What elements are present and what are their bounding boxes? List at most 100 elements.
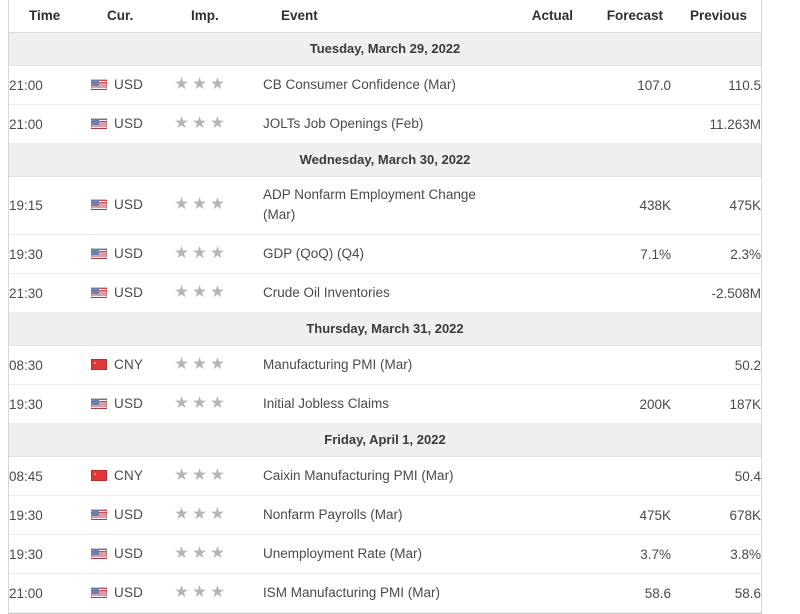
cell-forecast: 475K	[579, 495, 671, 535]
currency-group: USD	[91, 285, 143, 300]
flag-cny-icon	[91, 359, 107, 370]
cell-currency: USD	[91, 534, 175, 574]
cell-event-name[interactable]: CB Consumer Confidence (Mar)	[263, 65, 489, 105]
cell-forecast	[579, 345, 671, 385]
cell-importance	[175, 384, 263, 424]
cell-event-name[interactable]: Nonfarm Payrolls (Mar)	[263, 495, 489, 535]
cell-event-name[interactable]: Caixin Manufacturing PMI (Mar)	[263, 456, 489, 496]
column-header-importance[interactable]: Imp.	[175, 0, 263, 33]
flag-usd-icon	[91, 398, 107, 409]
table-row[interactable]: 19:30 USD GDP (QoQ) (Q4) 7.1% 2.3%	[9, 234, 761, 274]
cell-event-name[interactable]: JOLTs Job Openings (Feb)	[263, 104, 489, 144]
star-icon	[175, 507, 188, 520]
importance-rating	[175, 468, 224, 481]
cell-previous: 187K	[671, 384, 761, 424]
day-header-label: Wednesday, March 30, 2022	[9, 143, 761, 177]
cell-event-name[interactable]: ISM Manufacturing PMI (Mar)	[263, 573, 489, 613]
column-header-currency[interactable]: Cur.	[91, 0, 175, 33]
cell-previous: 11.263M	[671, 104, 761, 144]
cell-event-name[interactable]: Initial Jobless Claims	[263, 384, 489, 424]
currency-code: CNY	[114, 357, 144, 372]
cell-actual	[489, 573, 579, 613]
cell-previous: 110.5	[671, 65, 761, 105]
currency-group: USD	[91, 396, 143, 411]
currency-group: USD	[91, 507, 143, 522]
cell-time: 08:30	[9, 345, 91, 385]
cell-actual	[489, 345, 579, 385]
star-icon	[211, 546, 224, 559]
star-icon	[175, 116, 188, 129]
cell-previous: 50.4	[671, 456, 761, 496]
currency-group: USD	[91, 197, 143, 212]
currency-code: USD	[114, 77, 144, 92]
table-row[interactable]: 19:30 USD Initial Jobless Claims 200K 187K	[9, 384, 761, 424]
cell-event-name[interactable]: ADP Nonfarm Employment Change (Mar)	[263, 176, 489, 235]
cell-forecast: 200K	[579, 384, 671, 424]
table-row[interactable]: 08:30 CNY Manufacturing PMI (Mar) 50.2	[9, 345, 761, 385]
cell-actual	[489, 456, 579, 496]
cell-time: 08:45	[9, 456, 91, 496]
star-icon	[211, 468, 224, 481]
table-row[interactable]: 19:15 USD ADP Nonfarm Employment Change (M…	[9, 176, 761, 235]
day-header-label: Thursday, March 31, 2022	[9, 312, 761, 346]
cell-importance	[175, 176, 263, 235]
cell-forecast	[579, 104, 671, 144]
currency-group: CNY	[91, 468, 143, 483]
importance-rating	[175, 285, 224, 298]
day-header-row: Friday, April 1, 2022	[9, 423, 761, 457]
table-row[interactable]: 19:30 USD Nonfarm Payrolls (Mar) 475K 678K	[9, 495, 761, 535]
cell-forecast: 107.0	[579, 65, 671, 105]
column-header-previous[interactable]: Previous	[671, 0, 761, 33]
cell-previous: -2.508M	[671, 273, 761, 313]
cell-actual	[489, 495, 579, 535]
star-icon	[175, 468, 188, 481]
importance-rating	[175, 246, 224, 259]
cell-importance	[175, 345, 263, 385]
star-icon	[193, 468, 206, 481]
cell-currency: USD	[91, 384, 175, 424]
currency-group: USD	[91, 585, 143, 600]
cell-event-name[interactable]: GDP (QoQ) (Q4)	[263, 234, 489, 274]
cell-currency: USD	[91, 573, 175, 613]
cell-forecast	[579, 456, 671, 496]
currency-code: CNY	[114, 468, 144, 483]
cell-time: 19:30	[9, 384, 91, 424]
cell-event-name[interactable]: Unemployment Rate (Mar)	[263, 534, 489, 574]
star-icon	[175, 585, 188, 598]
flag-usd-icon	[91, 509, 107, 520]
cell-actual	[489, 65, 579, 105]
column-header-forecast[interactable]: Forecast	[579, 0, 671, 33]
currency-group: CNY	[91, 357, 143, 372]
cell-forecast: 438K	[579, 176, 671, 235]
cell-currency: CNY	[91, 345, 175, 385]
importance-rating	[175, 77, 224, 90]
column-header-actual[interactable]: Actual	[489, 0, 579, 33]
table-row[interactable]: 21:00 USD ISM Manufacturing PMI (Mar) 58.6 5…	[9, 573, 761, 613]
table-row[interactable]: 21:00 USD JOLTs Job Openings (Feb) 11.263M	[9, 104, 761, 144]
economic-calendar-table: Time Cur. Imp. Event Actual Forecast Pre…	[9, 0, 761, 613]
day-header-row: Wednesday, March 30, 2022	[9, 143, 761, 177]
table-row[interactable]: 08:45 CNY Caixin Manufacturing PMI (Mar) 50…	[9, 456, 761, 496]
cell-event-name[interactable]: Crude Oil Inventories	[263, 273, 489, 313]
cell-importance	[175, 495, 263, 535]
star-icon	[193, 585, 206, 598]
star-icon	[175, 197, 188, 210]
table-row[interactable]: 21:30 USD Crude Oil Inventories -2.508M	[9, 273, 761, 313]
table-row[interactable]: 21:00 USD CB Consumer Confidence (Mar) 107.…	[9, 65, 761, 105]
flag-usd-icon	[91, 287, 107, 298]
table-row[interactable]: 19:30 USD Unemployment Rate (Mar) 3.7% 3.8%	[9, 534, 761, 574]
currency-group: USD	[91, 246, 143, 261]
cell-time: 21:00	[9, 104, 91, 144]
cell-time: 21:00	[9, 573, 91, 613]
star-icon	[175, 396, 188, 409]
cell-actual	[489, 176, 579, 235]
cell-event-name[interactable]: Manufacturing PMI (Mar)	[263, 345, 489, 385]
cell-forecast: 3.7%	[579, 534, 671, 574]
currency-code: USD	[114, 197, 144, 212]
column-header-event[interactable]: Event	[263, 0, 489, 33]
importance-rating	[175, 197, 224, 210]
column-header-time[interactable]: Time	[9, 0, 91, 33]
currency-group: USD	[91, 116, 143, 131]
star-icon	[193, 246, 206, 259]
importance-rating	[175, 116, 224, 129]
